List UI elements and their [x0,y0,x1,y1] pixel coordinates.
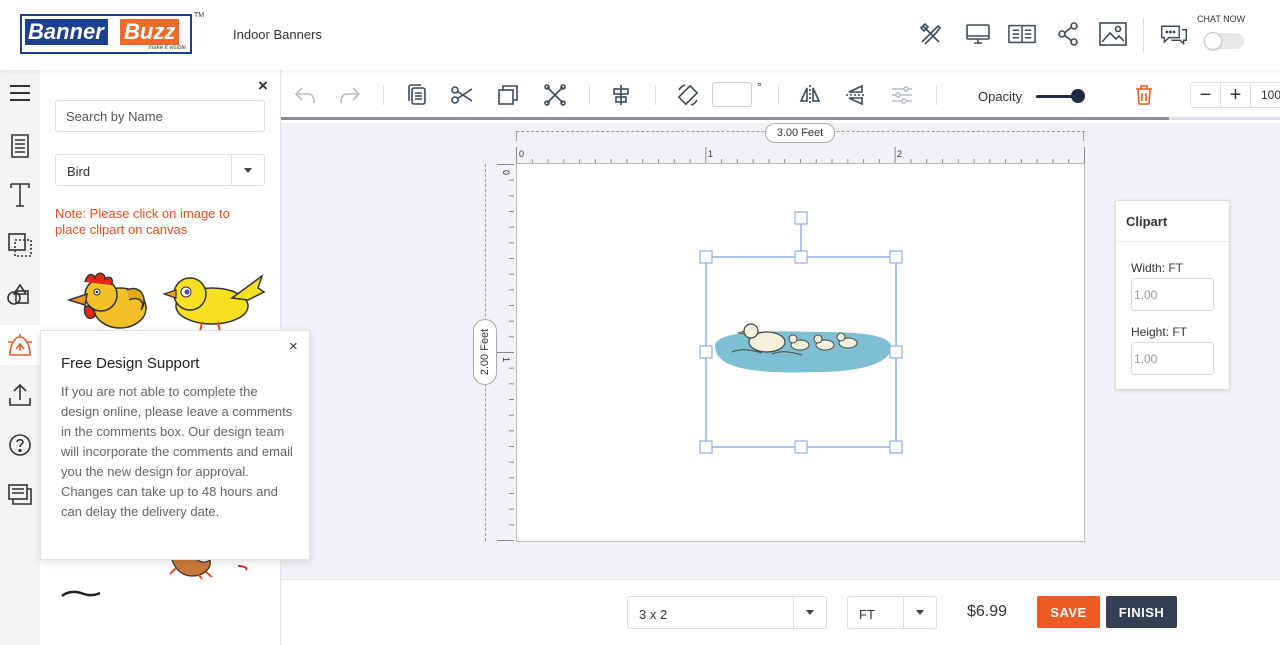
ruler-h-label-1: 1 [708,149,713,159]
support-body: If you are not able to complete the desi… [61,384,293,519]
resize-handle[interactable] [889,440,903,454]
toolbar-progress [281,117,1169,120]
opacity-label: Opacity [978,89,1023,104]
image-icon[interactable] [1099,20,1127,48]
resize-handle[interactable] [889,250,903,264]
desktop-preview-icon[interactable] [964,20,992,48]
chevron-down-icon[interactable] [793,597,826,628]
background-icon[interactable] [0,225,40,265]
clipart-black-bird[interactable] [60,585,101,603]
rotation-input[interactable] [712,82,752,107]
redo-icon[interactable] [339,84,361,106]
resize-handle[interactable] [794,250,808,264]
resize-handle[interactable] [794,440,808,454]
comments-icon[interactable] [0,475,40,515]
design-canvas[interactable] [516,163,1085,542]
size-select[interactable]: 3 x 2 [627,596,827,629]
clipart-icon[interactable] [0,325,40,365]
chevron-down-icon[interactable] [231,155,264,185]
width-field[interactable]: 1.00 [1131,278,1214,311]
ruler-v-label-1: 1 [501,357,511,362]
design-tools-icon[interactable] [917,20,945,48]
finish-button[interactable]: FINISH [1106,596,1177,628]
flip-horizontal-icon[interactable] [799,84,821,106]
search-input[interactable] [55,100,265,132]
free-design-support-popup: × Free Design Support If you are not abl… [40,330,310,560]
help-icon[interactable] [0,425,40,465]
width-label: Width: FT [1131,261,1184,275]
height-label: Height: FT [1131,325,1188,339]
chat-now-label: CHAT NOW [1197,14,1246,24]
zoom-out-button[interactable]: − [1191,83,1221,107]
logo-trademark: TM [194,12,205,19]
chat-toggle[interactable] [1204,32,1244,50]
save-button[interactable]: SAVE [1037,596,1100,628]
header: Banner Buzz make it visible TM Indoor Ba… [0,0,1280,70]
height-field[interactable]: 1.00 [1131,342,1214,375]
editor-toolbar: ° Opacity − + 100 [281,70,1280,120]
zoom-control: − + 100 [1190,82,1280,108]
rotate-icon[interactable] [677,84,699,106]
cut-icon[interactable] [451,84,473,106]
chevron-down-icon[interactable] [903,597,936,628]
opacity-slider-thumb[interactable] [1071,89,1085,103]
shapes-icon[interactable] [0,275,40,315]
menu-icon[interactable] [0,73,40,113]
bottom-bar: 3 x 2 FT $6.99 SAVE FINISH [281,579,1280,645]
support-title: Free Design Support [61,355,200,372]
duplicate-icon[interactable] [497,84,519,106]
text-icon[interactable] [0,175,40,215]
resize-handle[interactable] [699,440,713,454]
unit-select[interactable]: FT [847,596,937,629]
clipart-rooster[interactable] [65,270,150,335]
logo-tagline: make it visible [148,45,186,51]
clipart-properties-panel: Clipart Width: FT 1.00 Height: FT 1.00 [1115,200,1230,390]
unit-select-value: FT [859,607,875,622]
price-label: $6.99 [967,603,1008,620]
undo-icon[interactable] [294,84,316,106]
resize-handle[interactable] [699,345,713,359]
flip-vertical-icon[interactable] [845,84,867,106]
clipart-properties-title: Clipart [1116,201,1229,242]
resize-handle[interactable] [699,250,713,264]
sidebar-rail [0,70,40,645]
degree-symbol: ° [757,80,762,94]
logo[interactable]: Banner Buzz make it visible [20,14,192,54]
share-icon[interactable] [1054,20,1082,48]
paste-icon[interactable] [406,84,428,106]
close-icon[interactable]: × [289,338,298,355]
book-preview-icon[interactable] [1008,20,1036,48]
close-icon[interactable]: × [258,76,268,96]
crop-icon[interactable] [544,84,566,106]
ruler-v-label-0: 0 [501,170,511,175]
resize-handle[interactable] [889,345,903,359]
zoom-value: 100 [1261,88,1280,102]
height-dimension-text: 2.00 Feet [479,328,491,376]
delete-icon[interactable] [1133,84,1155,106]
canvas-clipart-ducks[interactable] [714,323,892,373]
logo-buzz-text: Buzz [120,19,180,45]
chat-icon[interactable] [1160,21,1188,49]
upload-icon[interactable] [0,375,40,415]
chat-toggle-knob [1204,32,1222,50]
width-dimension-label: 3.00 Feet [765,123,835,143]
align-center-icon[interactable] [610,84,632,106]
page-title: Indoor Banners [233,27,322,42]
ruler-h-label-2: 2 [897,149,902,159]
rotate-handle[interactable] [794,211,808,225]
ruler-h-label-0: 0 [519,149,524,159]
clipart-yellow-bird[interactable] [162,270,267,337]
clipart-note: Note: Please click on image to place cli… [55,206,230,237]
logo-banner-text: Banner [25,19,108,45]
adjustments-icon[interactable] [891,84,913,106]
zoom-in-button[interactable]: + [1221,83,1251,107]
vertical-ruler: 0 1 [497,164,514,541]
template-icon[interactable] [0,126,40,166]
height-dimension-label: 2.00 Feet [473,319,497,385]
size-select-value: 3 x 2 [639,607,668,622]
category-select[interactable]: Bird [55,154,265,186]
category-select-value: Bird [67,164,91,179]
header-divider [1143,18,1144,52]
horizontal-ruler: 0 1 2 [516,147,1085,164]
